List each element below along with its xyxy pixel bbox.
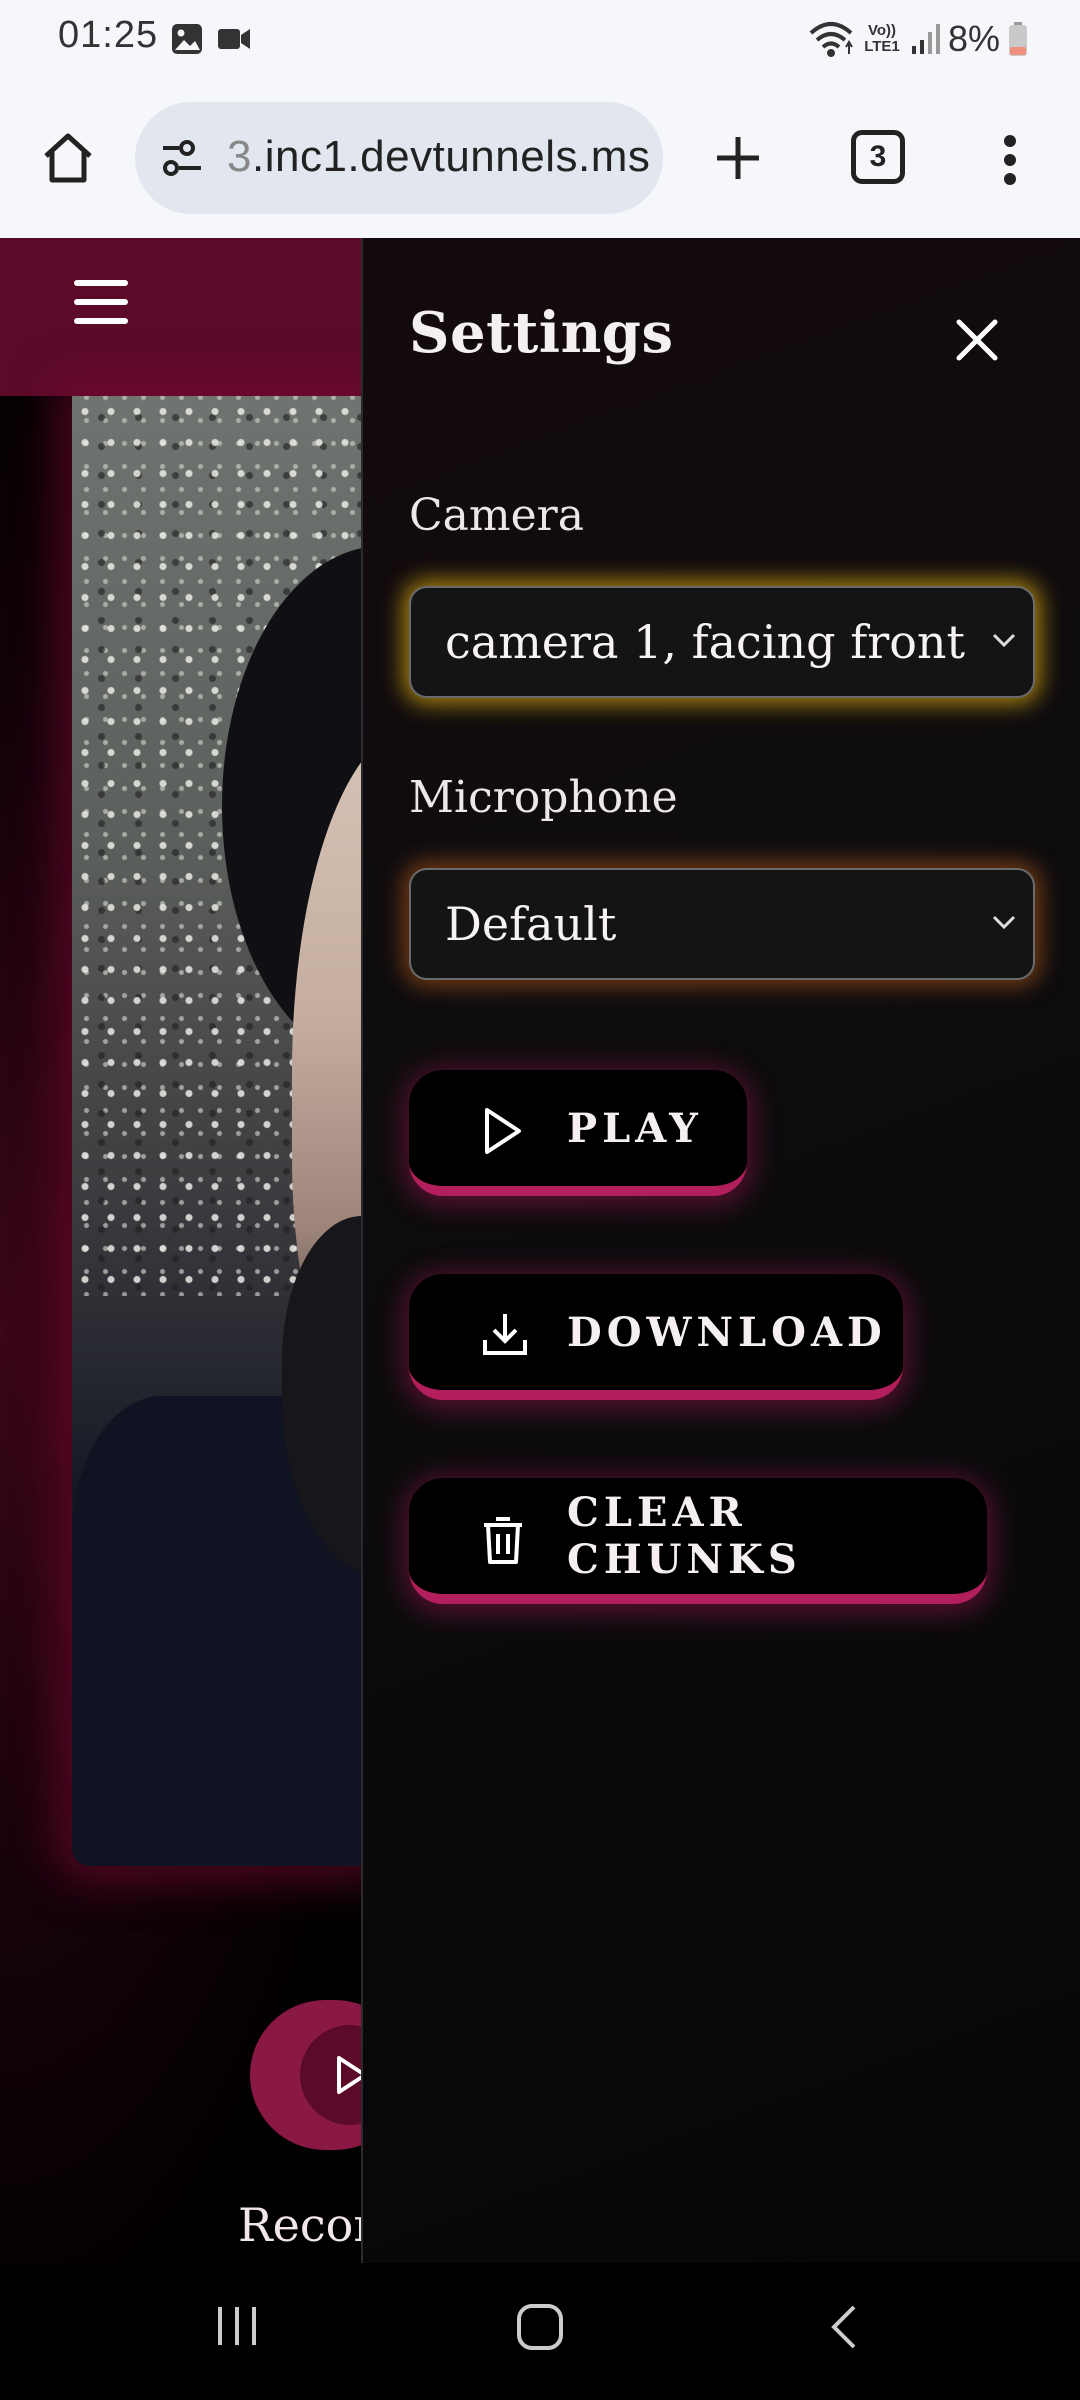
wifi-icon	[809, 22, 853, 57]
status-bar: 01:25 Vo)) LTE1 8%	[0, 0, 1080, 80]
home-button[interactable]	[38, 122, 98, 194]
camera-preview	[72, 396, 372, 1866]
signal-icon	[911, 24, 940, 54]
recent-apps-icon[interactable]	[214, 2303, 260, 2349]
video-call-icon	[218, 29, 250, 49]
url-text: 3.inc1.devtunnels.ms	[227, 132, 650, 182]
home-nav-icon[interactable]	[516, 2303, 564, 2351]
play-button[interactable]: PLAY	[409, 1070, 747, 1196]
camera-select[interactable]: camera 1, facing front	[409, 586, 1035, 698]
gallery-icon	[172, 24, 202, 54]
app-header	[0, 238, 362, 396]
settings-drawer: Settings Camera camera 1, facing front M…	[361, 238, 1080, 2263]
url-faded-part: 3	[227, 132, 252, 181]
battery-low-icon	[1009, 22, 1027, 56]
close-icon[interactable]	[953, 316, 1001, 364]
status-icons: Vo)) LTE1 8%	[808, 14, 1028, 64]
download-button[interactable]: DOWNLOAD	[409, 1274, 903, 1400]
back-icon[interactable]	[826, 2303, 862, 2351]
status-time: 01:25	[58, 14, 159, 56]
browser-toolbar: 3.inc1.devtunnels.ms 3	[0, 80, 1080, 238]
volte-lte1-icon: Vo)) LTE1	[864, 22, 900, 55]
address-bar[interactable]: 3.inc1.devtunnels.ms	[135, 102, 663, 214]
new-tab-button[interactable]	[708, 120, 768, 196]
url-main-part: .inc1.devtunnels.ms	[251, 132, 651, 181]
chevron-down-icon	[992, 633, 1016, 648]
download-button-label: DOWNLOAD	[567, 1308, 887, 1356]
trash-icon	[484, 1517, 522, 1564]
more-vert-icon	[1004, 135, 1016, 185]
microphone-select[interactable]: Default	[409, 868, 1035, 980]
microphone-label: Microphone	[409, 772, 678, 823]
record-label: Recor	[238, 2198, 376, 2252]
hamburger-menu-icon[interactable]	[74, 280, 128, 324]
play-icon	[485, 1108, 521, 1154]
chevron-down-icon	[992, 915, 1016, 930]
camera-label: Camera	[409, 490, 584, 541]
battery-percent: 8%	[947, 18, 1000, 59]
clear-chunks-button-label: CLEAR CHUNKS	[567, 1489, 802, 1583]
system-nav-bar	[0, 2263, 1080, 2400]
plus-icon	[717, 137, 759, 179]
camera-select-value: camera 1, facing front	[445, 615, 966, 669]
browser-menu-button[interactable]	[990, 128, 1030, 192]
settings-title: Settings	[409, 300, 674, 366]
microphone-select-value: Default	[445, 897, 617, 951]
site-settings-icon[interactable]	[159, 136, 205, 180]
clear-chunks-button[interactable]: CLEAR CHUNKS	[409, 1478, 987, 1604]
tab-switcher-button[interactable]: 3	[851, 130, 905, 184]
download-icon	[483, 1314, 527, 1355]
home-icon	[44, 133, 92, 183]
play-button-label: PLAY	[567, 1104, 703, 1152]
